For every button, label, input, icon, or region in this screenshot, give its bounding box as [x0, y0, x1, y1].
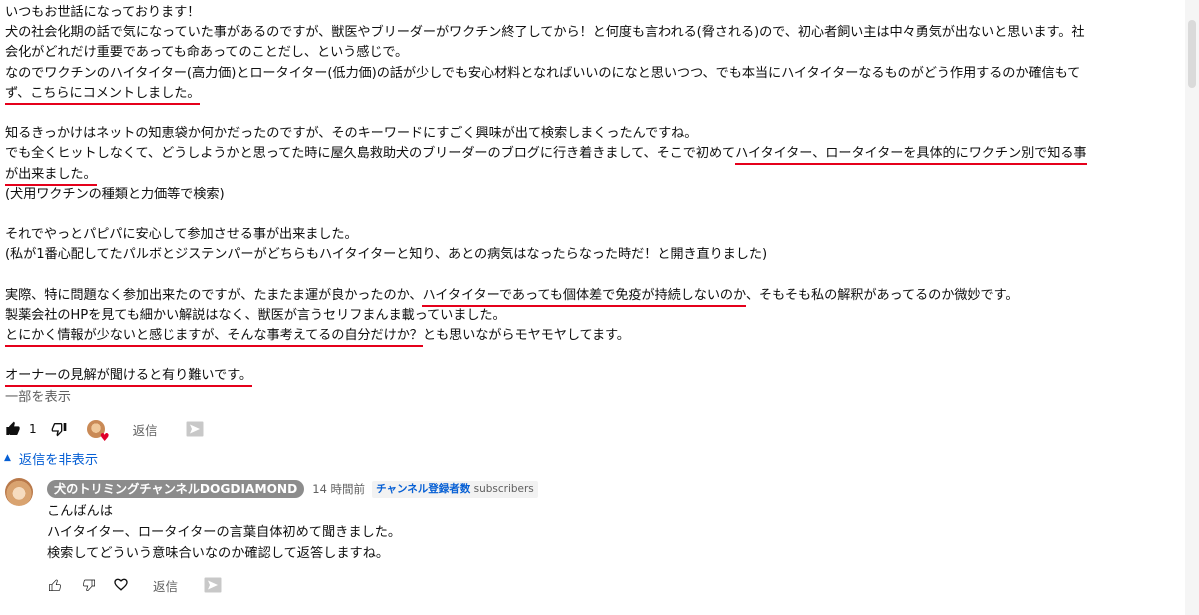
- scrollbar-thumb[interactable]: [1188, 20, 1196, 88]
- reply-line: 検索してどういう意味合いなのか確認して返答しますね。: [47, 546, 390, 561]
- underlined-text: とにかく情報が少ないと感じますが、そんな事考えてるの自分だけか？: [5, 328, 423, 347]
- comment-text-segment: いつもお世話になっております！: [5, 5, 201, 20]
- highlight-flag-icon[interactable]: [204, 577, 222, 593]
- comment-line: それでやっとパピパに安心して参加させる事が出来ました。: [5, 225, 1185, 245]
- reply-body: こんばんは ハイタイター、ロータイターの言葉自体初めて聞きました。 検索してどう…: [47, 501, 401, 564]
- comment-line: 知るきっかけはネットの知恵袋か何かだったのですが、そのキーワードにすごく興味が出…: [5, 124, 1185, 144]
- comment-line: ず、こちらにコメントしました。: [5, 84, 1185, 105]
- comment-text-segment: 犬の社会化期の話で気になっていた事があるのですが、獣医やブリーダーがワクチン終了…: [5, 25, 1085, 41]
- underlined-text: ず、こちらにコメントしました。: [5, 85, 200, 105]
- comment-line: でも全くヒットしなくて、どうしようかと思ってた時に屋久島救助犬のブリーダーのブロ…: [5, 144, 1185, 166]
- comment-line: 犬の社会化期の話で気になっていた事があるのですが、獣医やブリーダーがワクチン終了…: [5, 23, 1185, 43]
- comment-text-segment: 、そもそも私の解釈があってるのか微妙です。: [745, 287, 1019, 303]
- comment-text-segment: 知るきっかけはネットの知恵袋か何かだったのですが、そのキーワードにすごく興味が出…: [5, 126, 698, 142]
- heart-outline-icon[interactable]: [113, 577, 129, 593]
- comment-line: 製薬会社のHPを見ても細かい解説はなく、獣医が言うセリフまんま載っていました。: [5, 306, 1185, 326]
- caret-up-icon: ▲: [4, 453, 11, 463]
- comment-text-segment: (私が1番心配してたパルボとジステンパーがどちらもハイタイターと知り、あとの病気…: [5, 247, 767, 263]
- comment-text-segment: 実際、特に問題なく参加出来たのですが、たまたま運が良かったのか、: [5, 287, 423, 303]
- reply-button[interactable]: 返信: [133, 420, 158, 439]
- comment-text-segment: とも思いながらモヤモヤしてます。: [422, 328, 630, 343]
- thumbs-down-outline-icon[interactable]: [81, 577, 97, 593]
- comment-action-bar: 1 ♥ 返信: [5, 419, 204, 443]
- reply-action-bar: 返信: [47, 575, 222, 595]
- reply-button[interactable]: 返信: [153, 576, 178, 595]
- comment-line: 会化がどれだけ重要であっても命あってのことだし、という感じで。: [5, 43, 1185, 63]
- subscriber-badge-link[interactable]: チャンネル登録者数: [376, 483, 470, 495]
- reply-line: ハイタイター、ロータイターの言葉自体初めて聞きました。: [47, 525, 402, 540]
- comment-line: なのでワクチンのハイタイター(高力価)とロータイター(低力価)の話が少しでも安心…: [5, 64, 1185, 84]
- comment-text-segment: 会化がどれだけ重要であっても命あってのことだし、という感じで。: [5, 45, 409, 61]
- comment-text-segment: それでやっとパピパに安心して参加させる事が出来ました。: [5, 227, 358, 243]
- comment-line: 実際、特に問題なく参加出来たのですが、たまたま運が良かったのか、ハイタイターであ…: [5, 286, 1185, 307]
- thumbs-up-outline-icon[interactable]: [47, 577, 63, 593]
- underlined-text: オーナーの見解が聞けると有り難いです。: [5, 368, 252, 388]
- reply-line: こんばんは: [47, 504, 113, 519]
- comment-text-segment: なのでワクチンのハイタイター(高力価)とロータイター(低力価)の話が少しでも安心…: [5, 65, 1081, 81]
- underlined-text: が出来ました。: [5, 166, 97, 186]
- like-count: 1: [29, 422, 37, 436]
- hide-replies-button[interactable]: ▲ 返信を非表示: [4, 448, 98, 468]
- comment-line: (私が1番心配してたパルボとジステンパーがどちらもハイタイターと知り、あとの病気…: [5, 245, 1185, 265]
- comment-line: オーナーの見解が聞けると有り難いです。: [5, 366, 1185, 388]
- avatar[interactable]: [5, 478, 33, 506]
- scrollbar[interactable]: [1185, 0, 1199, 615]
- comment-text-segment: でも全くヒットしなくて、どうしようかと思ってた時に屋久島救助犬のブリーダーのブロ…: [5, 146, 736, 162]
- comment-body: いつもお世話になっております！ 犬の社会化期の話で気になっていた事があるのですが、…: [5, 3, 1185, 388]
- comment-text-segment: 製薬会社のHPを見ても細かい解説はなく、獣医が言うセリフまんま載っていました。: [5, 307, 506, 323]
- comment-line: が出来ました。: [5, 165, 1185, 186]
- highlight-flag-icon[interactable]: [186, 421, 204, 437]
- underlined-text: ハイタイター、ロータイターを具体的にワクチン別で知る事: [735, 146, 1087, 166]
- creator-heart-icon: ♥: [86, 420, 110, 443]
- hide-replies-label: 返信を非表示: [18, 452, 99, 468]
- thumbs-down-icon[interactable]: [51, 421, 67, 437]
- subscriber-badge-suffix: subscribers: [473, 482, 534, 495]
- show-less-link[interactable]: 一部を表示: [5, 386, 71, 405]
- subscriber-badge: チャンネル登録者数 subscribers: [372, 480, 538, 498]
- comment-line: (犬用ワクチンの種類と力価等で検索): [5, 185, 1185, 205]
- reply-timestamp[interactable]: 14 時間前: [312, 481, 365, 497]
- underlined-text: ハイタイターであっても個体差で免疫が持続しないのか: [422, 287, 746, 307]
- reply-header: 犬のトリミングチャンネルDOGDIAMOND 14 時間前 チャンネル登録者数 …: [47, 479, 538, 499]
- comment-line: とにかく情報が少ないと感じますが、そんな事考えてるの自分だけか？とも思いながらモ…: [5, 326, 1185, 347]
- thumbs-up-icon[interactable]: [5, 421, 21, 437]
- comment-text-segment: (犬用ワクチンの種類と力価等で検索): [5, 186, 225, 202]
- author-name[interactable]: 犬のトリミングチャンネルDOGDIAMOND: [47, 480, 305, 498]
- comment-line: いつもお世話になっております！: [5, 3, 1185, 23]
